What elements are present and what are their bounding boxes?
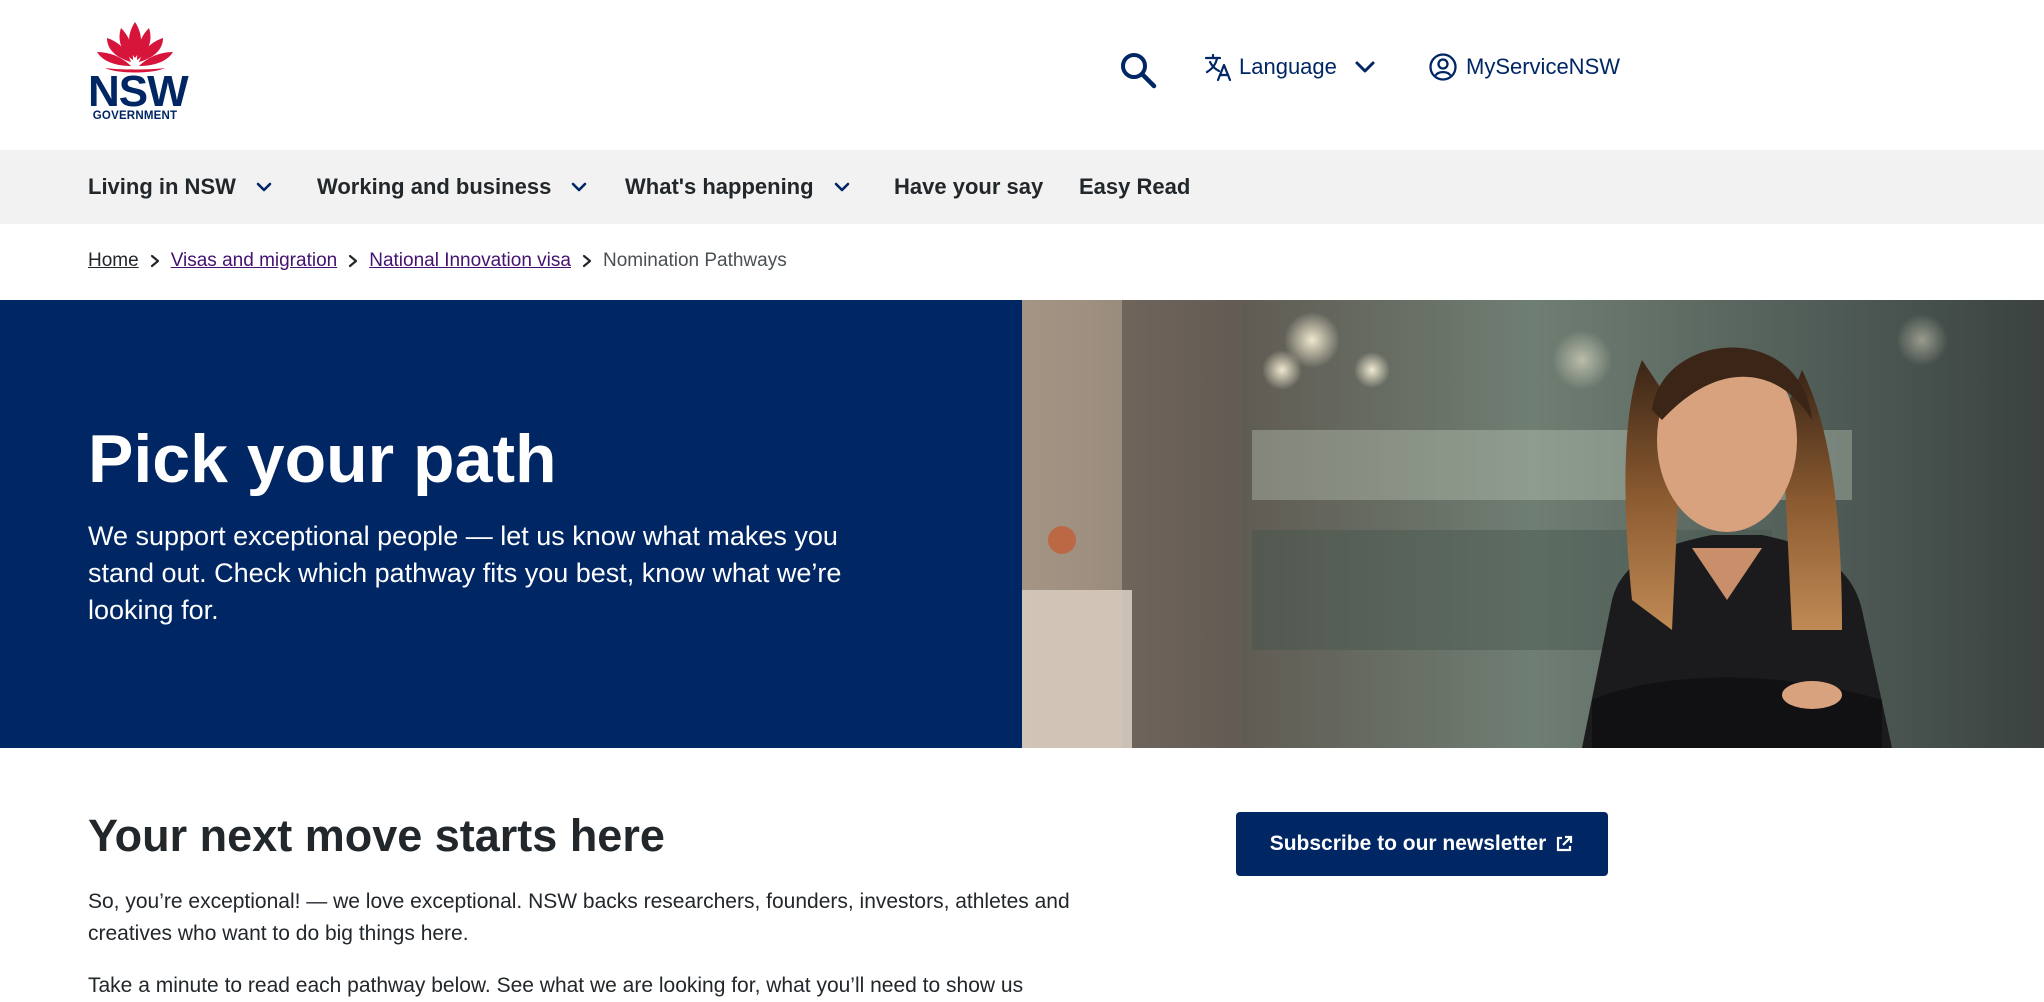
page-title: Pick your path: [88, 421, 557, 497]
nav-item-label: Living in NSW: [88, 174, 236, 199]
translate-icon: [1204, 53, 1232, 82]
myservicensw-link[interactable]: MyServiceNSW: [1428, 52, 1620, 82]
chevron-right-icon: [150, 254, 159, 268]
nav-item-easy-read[interactable]: Easy Read: [1079, 150, 1190, 224]
breadcrumb-visas-link[interactable]: Visas and migration: [171, 250, 338, 272]
chevron-down-icon: [834, 182, 849, 192]
hero-photo: [1022, 300, 2044, 748]
logo-wordmark: NSW: [88, 67, 189, 116]
hero-text-panel: Pick your path We support exceptional pe…: [0, 300, 1022, 748]
myservicensw-label: MyServiceNSW: [1466, 54, 1621, 79]
main-navigation: Living in NSW Working and business What'…: [0, 150, 2044, 224]
chevron-down-icon: [572, 182, 587, 192]
pathway-paragraph: Take a minute to read each pathway below…: [88, 974, 1024, 997]
section-heading: Your next move starts here: [88, 810, 665, 861]
nav-item-label: Working and business: [317, 174, 552, 199]
nav-item-living-in-nsw[interactable]: Living in NSW: [88, 150, 274, 224]
breadcrumb-home-link[interactable]: Home: [88, 250, 139, 272]
external-link-icon: [1557, 835, 1573, 852]
chevron-down-icon: [1355, 61, 1375, 73]
nav-item-working-and-business[interactable]: Working and business: [317, 150, 589, 224]
hero-banner: Pick your path We support exceptional pe…: [0, 300, 2044, 748]
nav-item-whats-happening[interactable]: What's happening: [625, 150, 852, 224]
search-icon: [1121, 53, 1157, 89]
site-header: NSW GOVERNMENT Language MyServiceNSW: [0, 0, 2044, 150]
chevron-down-icon: [256, 182, 272, 192]
user-account-icon: [1429, 53, 1457, 81]
nav-item-label: What's happening: [625, 174, 814, 199]
nsw-government-logo[interactable]: NSW GOVERNMENT: [88, 20, 189, 126]
language-label: Language: [1239, 54, 1337, 79]
hero-description: We support exceptional people — let us k…: [88, 521, 842, 625]
chevron-right-icon: [349, 254, 358, 268]
nav-item-have-your-say[interactable]: Have your say: [894, 150, 1043, 224]
subscribe-label: Subscribe to our newsletter: [1269, 832, 1547, 855]
nav-item-label: Have your say: [894, 174, 1044, 199]
nav-item-label: Easy Read: [1079, 174, 1191, 199]
subscribe-newsletter-button[interactable]: Subscribe to our newsletter: [1236, 812, 1608, 876]
chevron-right-icon: [582, 254, 592, 268]
hero-photo-illustration: [1022, 300, 2044, 748]
breadcrumb-current: Nomination Pathways: [602, 250, 787, 271]
breadcrumb: Home Visas and migration National Innova…: [88, 250, 787, 272]
breadcrumb-innovation-visa-link[interactable]: National Innovation visa: [369, 250, 571, 272]
language-selector[interactable]: Language: [1203, 52, 1379, 82]
intro-paragraph: So, you’re exceptional! — we love except…: [88, 890, 1070, 945]
logo-subtext: GOVERNMENT: [92, 110, 178, 122]
search-button[interactable]: [1118, 50, 1158, 90]
